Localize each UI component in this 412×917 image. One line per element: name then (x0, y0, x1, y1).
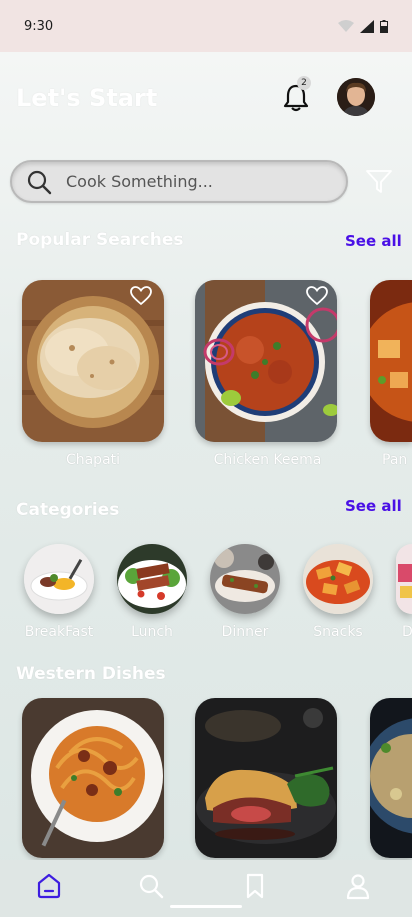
food-card-paneer[interactable] (370, 280, 412, 442)
category-snacks[interactable] (303, 544, 373, 614)
bottom-nav (0, 860, 412, 917)
food-card-label: Chapati (65, 452, 121, 468)
header: Let's Start 2 (0, 52, 412, 144)
home-icon[interactable] (35, 872, 63, 900)
categories-title: Categories (16, 500, 120, 520)
search-icon (27, 170, 52, 194)
filter-icon[interactable] (364, 166, 394, 196)
dish-card-spaghetti[interactable] (22, 698, 164, 858)
category-lunch[interactable] (117, 544, 187, 614)
category-dessert[interactable] (396, 544, 412, 614)
status-bar: 9:30 (0, 0, 412, 52)
status-time: 9:30 (24, 18, 54, 34)
notification-badge: 2 (297, 76, 311, 90)
popular-see-all-link[interactable]: See all (345, 232, 402, 250)
food-card-label: Chicken Keema (213, 452, 322, 468)
category-breakfast[interactable] (24, 544, 94, 614)
category-label: BreakFast (24, 624, 94, 640)
dish-card-beef-wellington[interactable] (195, 698, 337, 858)
heart-icon[interactable] (130, 286, 152, 306)
search-input[interactable] (66, 172, 306, 191)
dish-card-third[interactable] (370, 698, 412, 858)
food-card-label: Pan (382, 452, 408, 468)
categories-see-all-link[interactable]: See all (345, 497, 402, 515)
category-label: Lunch (131, 624, 173, 640)
signal-icon (360, 19, 374, 33)
category-label: Dinner (221, 624, 269, 640)
avatar[interactable] (337, 78, 375, 116)
status-icons (338, 19, 388, 33)
battery-icon (380, 19, 388, 33)
category-label: Snacks (313, 624, 363, 640)
western-dishes-title: Western Dishes (16, 664, 166, 684)
popular-searches-title: Popular Searches (16, 230, 184, 250)
page-title: Let's Start (16, 84, 158, 112)
heart-icon[interactable] (306, 286, 328, 306)
category-label: D (402, 624, 412, 640)
profile-icon[interactable] (344, 872, 372, 900)
home-indicator (170, 905, 242, 908)
category-dinner[interactable] (210, 544, 280, 614)
bookmark-icon[interactable] (241, 872, 269, 900)
home-screen: Let's Start 2 Popular Searches See all (0, 52, 412, 917)
search-bar[interactable] (10, 160, 348, 203)
search-icon[interactable] (137, 872, 165, 900)
wifi-icon (338, 19, 354, 32)
